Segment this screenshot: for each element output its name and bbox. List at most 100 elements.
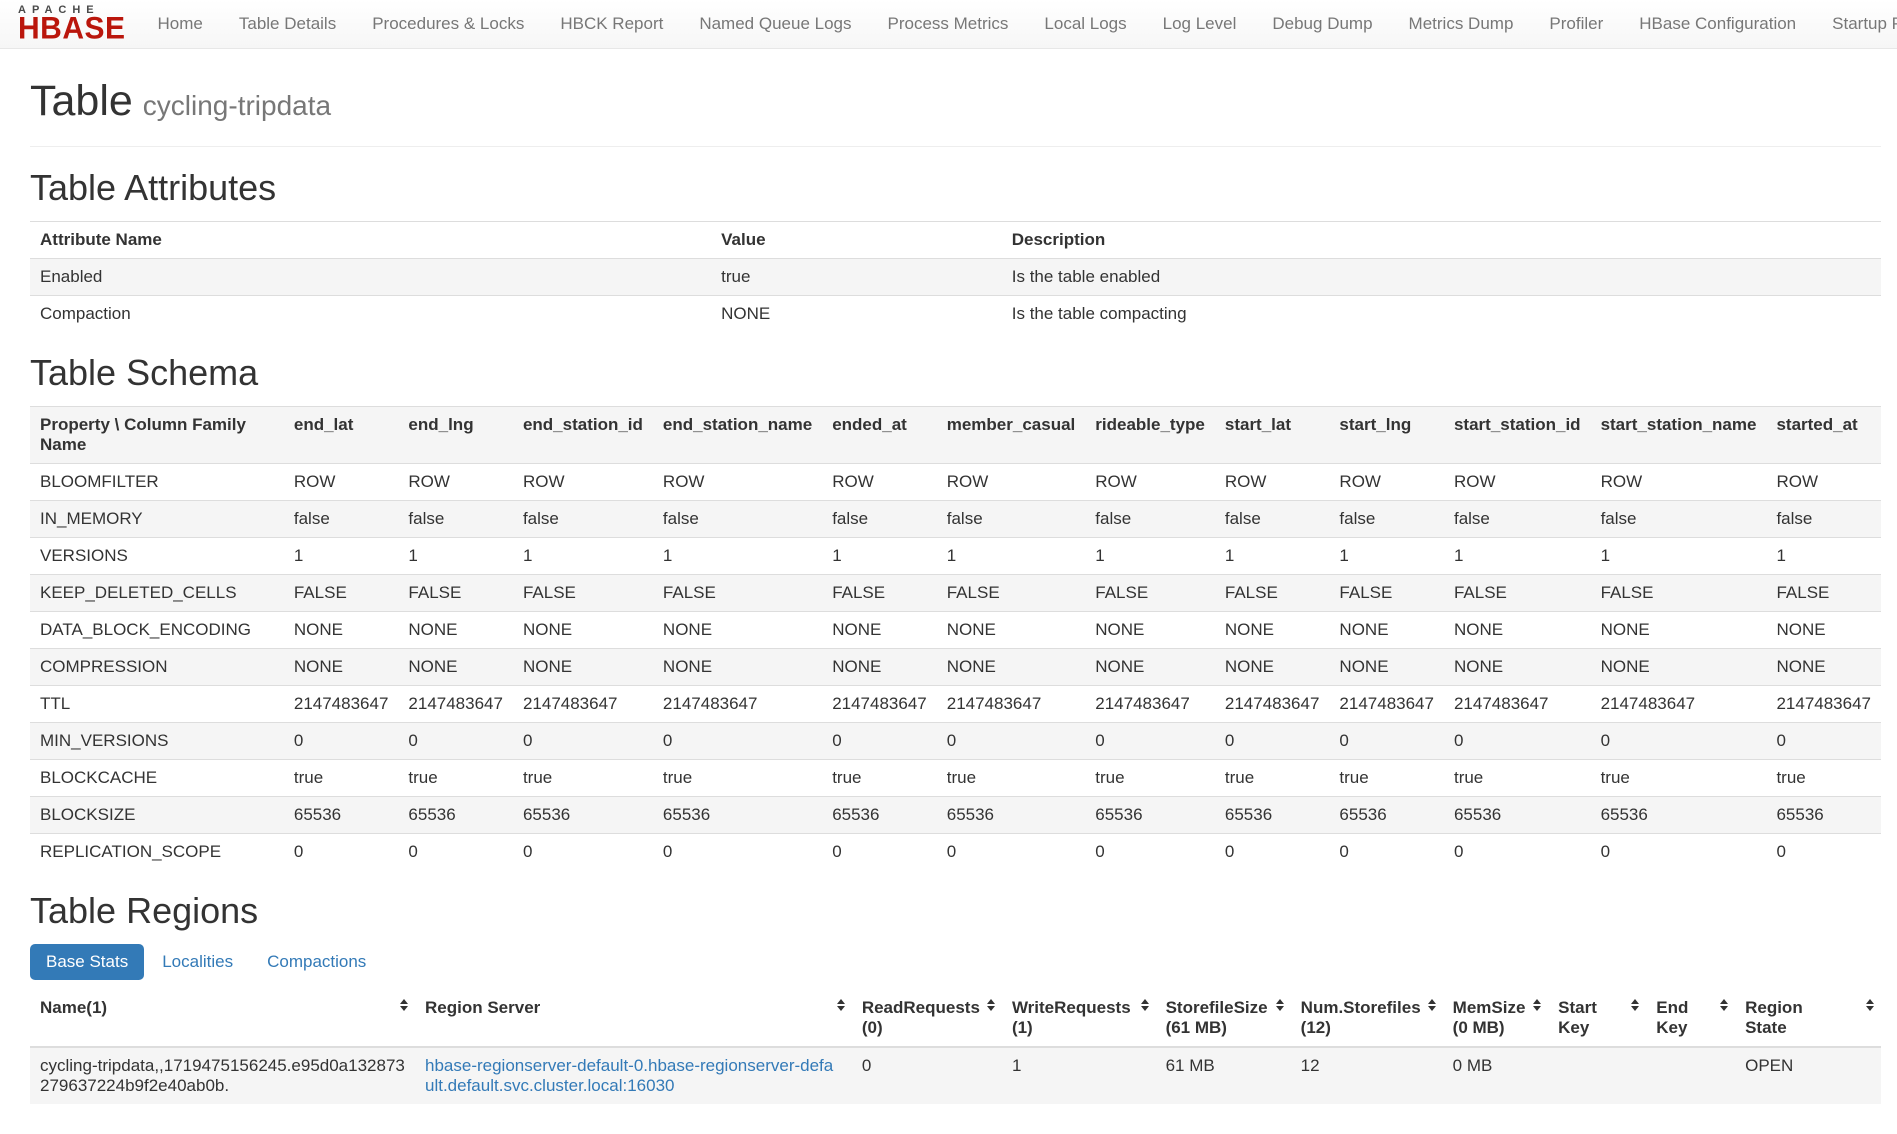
- schema-property-value: false: [398, 501, 513, 538]
- nav-item-home[interactable]: Home: [140, 0, 221, 48]
- schema-property-value: NONE: [1444, 649, 1591, 686]
- schema-property-value: ROW: [1591, 464, 1767, 501]
- sort-icon[interactable]: [1631, 999, 1639, 1011]
- schema-property-value: true: [1215, 760, 1330, 797]
- nav-item-named-queue-logs[interactable]: Named Queue Logs: [681, 0, 869, 48]
- sort-down-arrow-icon: [1533, 1006, 1541, 1011]
- sort-icon[interactable]: [1720, 999, 1728, 1011]
- regions-column-label: ReadRequests: [862, 998, 980, 1017]
- tab-base-stats[interactable]: Base Stats: [30, 944, 144, 980]
- schema-property-value: 65536: [1329, 797, 1444, 834]
- regions-column-header-start[interactable]: StartKey: [1548, 990, 1646, 1047]
- nav-item-local-logs[interactable]: Local Logs: [1026, 0, 1144, 48]
- regions-column-sublabel: Key: [1656, 1018, 1713, 1038]
- schema-property-value: false: [1085, 501, 1215, 538]
- regions-column-sublabel: (0 MB): [1453, 1018, 1527, 1038]
- page-content: Tablecycling-tripdata Table Attributes A…: [0, 77, 1897, 1134]
- nav-item-hbase-configuration[interactable]: HBase Configuration: [1621, 0, 1814, 48]
- schema-property-value: NONE: [822, 649, 937, 686]
- sort-icon[interactable]: [400, 999, 408, 1011]
- schema-property-value: NONE: [1085, 649, 1215, 686]
- schema-property-value: 0: [1085, 723, 1215, 760]
- regions-column-label: StorefileSize: [1166, 998, 1268, 1017]
- regions-column-header-region[interactable]: RegionState: [1735, 990, 1881, 1047]
- regions-header-row: Name(1)Region ServerReadRequests(0)Write…: [30, 990, 1881, 1047]
- sort-icon[interactable]: [1428, 999, 1436, 1011]
- schema-family-header: rideable_type: [1085, 407, 1215, 464]
- schema-property-value: false: [822, 501, 937, 538]
- nav-item-procedures-locks[interactable]: Procedures & Locks: [354, 0, 542, 48]
- sort-up-arrow-icon: [1428, 999, 1436, 1004]
- regions-column-sublabel: State: [1745, 1018, 1859, 1038]
- nav-item-profiler[interactable]: Profiler: [1531, 0, 1621, 48]
- regions-column-sublabel: (61 MB): [1166, 1018, 1269, 1038]
- sort-up-arrow-icon: [400, 999, 408, 1004]
- schema-property-value: 65536: [513, 797, 653, 834]
- schema-family-header: start_lng: [1329, 407, 1444, 464]
- schema-property-value: 65536: [937, 797, 1086, 834]
- schema-property-value: 0: [1591, 834, 1767, 871]
- tab-compactions[interactable]: Compactions: [251, 944, 382, 980]
- nav-item-startup-progress[interactable]: Startup Progress: [1814, 0, 1897, 48]
- schema-property-name: VERSIONS: [30, 538, 284, 575]
- nav-item-debug-dump[interactable]: Debug Dump: [1254, 0, 1390, 48]
- tab-localities[interactable]: Localities: [146, 944, 249, 980]
- schema-property-value: 65536: [1085, 797, 1215, 834]
- nav-item-log-level[interactable]: Log Level: [1145, 0, 1255, 48]
- regions-column-header-writerequests[interactable]: WriteRequests(1): [1002, 990, 1156, 1047]
- attributes-column-header: Value: [711, 222, 1002, 259]
- regions-column-header-num-storefiles[interactable]: Num.Storefiles(12): [1291, 990, 1443, 1047]
- nav-item-table-details[interactable]: Table Details: [221, 0, 354, 48]
- attributes-header-row: Attribute NameValueDescription: [30, 222, 1881, 259]
- nav-item-process-metrics[interactable]: Process Metrics: [869, 0, 1026, 48]
- attributes-column-header: Attribute Name: [30, 222, 711, 259]
- regions-column-sublabel: (1): [1012, 1018, 1134, 1038]
- nav-item-metrics-dump[interactable]: Metrics Dump: [1391, 0, 1532, 48]
- schema-property-value: NONE: [1591, 612, 1767, 649]
- schema-property-value: 2147483647: [1766, 686, 1881, 723]
- schema-family-header: end_lat: [284, 407, 399, 464]
- attributes-cell: NONE: [711, 296, 1002, 333]
- sort-icon[interactable]: [987, 999, 995, 1011]
- region-state-cell: OPEN: [1735, 1047, 1881, 1104]
- regions-column-header-end[interactable]: EndKey: [1646, 990, 1735, 1047]
- sort-down-arrow-icon: [987, 1006, 995, 1011]
- nav-item-hbck-report[interactable]: HBCK Report: [542, 0, 681, 48]
- regions-column-header-name-1-[interactable]: Name(1): [30, 990, 415, 1047]
- sort-icon[interactable]: [837, 999, 845, 1011]
- schema-property-value: 65536: [1591, 797, 1767, 834]
- attributes-cell: Is the table compacting: [1002, 296, 1881, 333]
- schema-property-value: FALSE: [513, 575, 653, 612]
- regions-column-sublabel: (12): [1301, 1018, 1421, 1038]
- schema-property-value: 65536: [1444, 797, 1591, 834]
- schema-property-value: ROW: [513, 464, 653, 501]
- schema-property-value: 1: [1591, 538, 1767, 575]
- regions-column-header-memsize[interactable]: MemSize(0 MB): [1443, 990, 1549, 1047]
- region-server-cell: hbase-regionserver-default-0.hbase-regio…: [415, 1047, 852, 1104]
- regions-column-header-storefilesize[interactable]: StorefileSize(61 MB): [1156, 990, 1291, 1047]
- sort-icon[interactable]: [1533, 999, 1541, 1011]
- schema-property-name: BLOOMFILTER: [30, 464, 284, 501]
- schema-property-value: true: [398, 760, 513, 797]
- schema-property-value: 65536: [822, 797, 937, 834]
- sort-icon[interactable]: [1141, 999, 1149, 1011]
- regions-column-header-readrequests[interactable]: ReadRequests(0): [852, 990, 1002, 1047]
- sort-down-arrow-icon: [1141, 1006, 1149, 1011]
- region-server-link[interactable]: hbase-regionserver-default-0.hbase-regio…: [425, 1056, 833, 1095]
- sort-icon[interactable]: [1866, 999, 1874, 1011]
- schema-property-value: 1: [653, 538, 822, 575]
- sort-icon[interactable]: [1276, 999, 1284, 1011]
- schema-property-name: BLOCKSIZE: [30, 797, 284, 834]
- region-storefile-size-cell: 61 MB: [1156, 1047, 1291, 1104]
- hbase-logo[interactable]: APACHE HBASE: [10, 4, 140, 44]
- regions-column-header-region-server[interactable]: Region Server: [415, 990, 852, 1047]
- schema-property-value: false: [937, 501, 1086, 538]
- schema-property-value: true: [937, 760, 1086, 797]
- schema-property-value: 0: [1085, 834, 1215, 871]
- schema-property-value: true: [653, 760, 822, 797]
- region-num-storefiles-cell: 12: [1291, 1047, 1443, 1104]
- schema-property-value: 1: [1444, 538, 1591, 575]
- schema-property-value: NONE: [284, 612, 399, 649]
- sort-down-arrow-icon: [1276, 1006, 1284, 1011]
- schema-property-value: true: [284, 760, 399, 797]
